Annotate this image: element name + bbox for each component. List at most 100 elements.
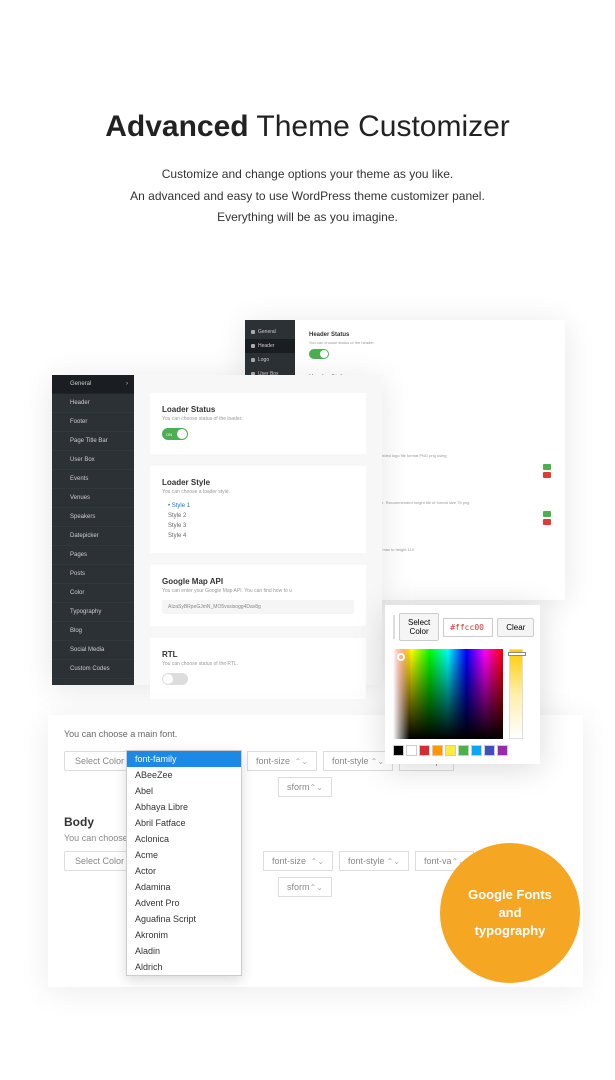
sidebar-item-posts[interactable]: Posts: [52, 565, 134, 584]
menu-icon: [60, 629, 65, 634]
menu-icon: [60, 667, 65, 672]
font-option[interactable]: Abel: [127, 783, 241, 799]
sidebar-item-user-box[interactable]: User Box: [52, 451, 134, 470]
alt-logo-remove-button[interactable]: [543, 519, 551, 525]
header-status-toggle[interactable]: [309, 349, 329, 359]
font-option[interactable]: Actor: [127, 863, 241, 879]
alt-logo-add-button[interactable]: [543, 511, 551, 517]
preset-swatch[interactable]: [471, 745, 482, 756]
font-style-dropdown-1[interactable]: font-style⌃⌄: [323, 751, 393, 771]
sidebar-back-item-general[interactable]: General: [245, 325, 295, 339]
menu-icon: [60, 496, 65, 501]
font-style-dropdown-2[interactable]: font-style⌃⌄: [339, 851, 409, 871]
menu-icon: [251, 330, 255, 334]
font-option[interactable]: Acme: [127, 847, 241, 863]
preset-swatch[interactable]: [445, 745, 456, 756]
sform-dropdown-2[interactable]: sform⌃⌄: [278, 877, 332, 897]
font-size-dropdown-2[interactable]: font-size⌃⌄: [263, 851, 333, 871]
font-option[interactable]: Aldrich: [127, 959, 241, 975]
font-option[interactable]: Akronim: [127, 927, 241, 943]
loader-style-option[interactable]: • Style 1: [168, 501, 354, 511]
sidebar-back-item-logo[interactable]: Logo: [245, 353, 295, 367]
sidebar-item-blog[interactable]: Blog: [52, 622, 134, 641]
loader-status-toggle[interactable]: ON: [162, 428, 188, 440]
sidebar-item-color[interactable]: Color: [52, 584, 134, 603]
menu-icon: [60, 610, 65, 615]
sidebar-item-page-title-bar[interactable]: Page Title Bar: [52, 432, 134, 451]
customizer-panel-general: GeneralHeaderFooterPage Title BarUser Bo…: [52, 375, 382, 685]
font-family-dropdown-list[interactable]: font-familyABeeZeeAbelAbhaya LibreAbril …: [126, 750, 242, 976]
logo-add-button[interactable]: [543, 464, 551, 470]
menu-icon: [60, 401, 65, 406]
menu-icon: [60, 648, 65, 653]
select-color-button-1[interactable]: Select Color: [64, 751, 135, 771]
color-swatch: [393, 615, 395, 639]
loader-style-option[interactable]: Style 2: [168, 511, 354, 521]
panel-front-content: Loader Status You can choose status of t…: [134, 375, 382, 685]
sform-dropdown-1[interactable]: sform⌃⌄: [278, 777, 332, 797]
hero-title: Advanced Theme Customizer: [40, 110, 575, 144]
sidebar-item-header[interactable]: Header: [52, 394, 134, 413]
font-option[interactable]: Aguafina Script: [127, 911, 241, 927]
font-option[interactable]: ABeeZee: [127, 767, 241, 783]
hero: Advanced Theme Customizer Customize and …: [0, 0, 615, 269]
menu-icon: [60, 439, 65, 444]
sidebar-item-social-media[interactable]: Social Media: [52, 641, 134, 660]
select-color-button[interactable]: Select Color: [399, 613, 439, 641]
color-picker: Select Color Clear: [385, 605, 540, 764]
color-cursor[interactable]: [397, 653, 405, 661]
preset-swatch[interactable]: [419, 745, 430, 756]
rtl-toggle[interactable]: [162, 673, 188, 685]
font-option[interactable]: Adamina: [127, 879, 241, 895]
sidebar-item-speakers[interactable]: Speakers: [52, 508, 134, 527]
hue-slider[interactable]: [509, 649, 523, 739]
sidebar-item-typography[interactable]: Typography: [52, 603, 134, 622]
loader-style-title: Loader Style: [162, 478, 354, 487]
preset-swatch[interactable]: [406, 745, 417, 756]
header-status-title: Header Status: [309, 332, 551, 338]
hex-input[interactable]: [443, 618, 493, 637]
menu-icon: [60, 534, 65, 539]
gmap-title: Google Map API: [162, 577, 354, 586]
hero-desc: Customize and change options your theme …: [40, 164, 575, 229]
preset-swatch[interactable]: [432, 745, 443, 756]
hue-handle[interactable]: [508, 652, 526, 656]
font-option[interactable]: Abril Fatface: [127, 815, 241, 831]
loader-status-title: Loader Status: [162, 405, 354, 414]
preset-swatch[interactable]: [458, 745, 469, 756]
sidebar-item-events[interactable]: Events: [52, 470, 134, 489]
preset-swatch[interactable]: [497, 745, 508, 756]
menu-icon: [60, 458, 65, 463]
sidebar-item-datepicker[interactable]: Datepicker: [52, 527, 134, 546]
clear-button[interactable]: Clear: [497, 618, 534, 637]
menu-icon: [60, 477, 65, 482]
preset-swatch[interactable]: [393, 745, 404, 756]
sidebar-item-general[interactable]: General: [52, 375, 134, 394]
rtl-title: RTL: [162, 650, 354, 659]
sidebar-back-item-header[interactable]: Header: [245, 339, 295, 353]
gmap-input[interactable]: AIzaSyBRpeGJmN_MO5vssisogg4Dav8g: [162, 600, 354, 614]
preset-swatch[interactable]: [484, 745, 495, 756]
saturation-area[interactable]: [393, 649, 503, 739]
loader-style-option[interactable]: Style 4: [168, 531, 354, 541]
sidebar-front: GeneralHeaderFooterPage Title BarUser Bo…: [52, 375, 134, 685]
menu-icon: [60, 382, 65, 387]
menu-icon: [60, 515, 65, 520]
font-option[interactable]: Advent Pro: [127, 895, 241, 911]
sidebar-item-custom-codes[interactable]: Custom Codes: [52, 660, 134, 679]
font-option[interactable]: Aladin: [127, 943, 241, 959]
menu-icon: [60, 572, 65, 577]
sidebar-item-pages[interactable]: Pages: [52, 546, 134, 565]
sidebar-item-venues[interactable]: Venues: [52, 489, 134, 508]
font-size-dropdown-1[interactable]: font-size⌃⌄: [247, 751, 317, 771]
font-option[interactable]: Abhaya Libre: [127, 799, 241, 815]
menu-icon: [60, 553, 65, 558]
sidebar-item-footer[interactable]: Footer: [52, 413, 134, 432]
loader-style-option[interactable]: Style 3: [168, 521, 354, 531]
font-option[interactable]: font-family: [127, 751, 241, 767]
google-fonts-badge: Google Fonts and typography: [440, 843, 580, 983]
select-color-button-2[interactable]: Select Color: [64, 851, 135, 871]
menu-icon: [60, 591, 65, 596]
font-option[interactable]: Aclonica: [127, 831, 241, 847]
logo-remove-button[interactable]: [543, 472, 551, 478]
